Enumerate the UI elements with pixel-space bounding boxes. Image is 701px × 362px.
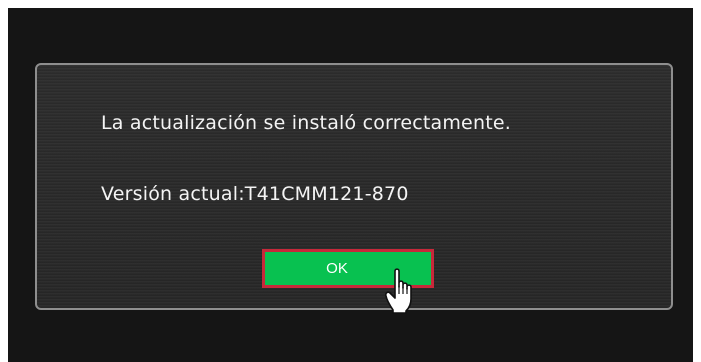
head-unit-screen: La actualización se instaló correctament… <box>8 8 693 362</box>
ok-button[interactable]: OK <box>262 249 434 288</box>
ok-button-label: OK <box>326 260 348 277</box>
current-version-text: Versión actual:T41CMM121-870 <box>101 183 409 205</box>
update-complete-dialog: La actualización se instaló correctament… <box>35 63 673 314</box>
update-success-message: La actualización se instaló correctament… <box>101 112 511 134</box>
